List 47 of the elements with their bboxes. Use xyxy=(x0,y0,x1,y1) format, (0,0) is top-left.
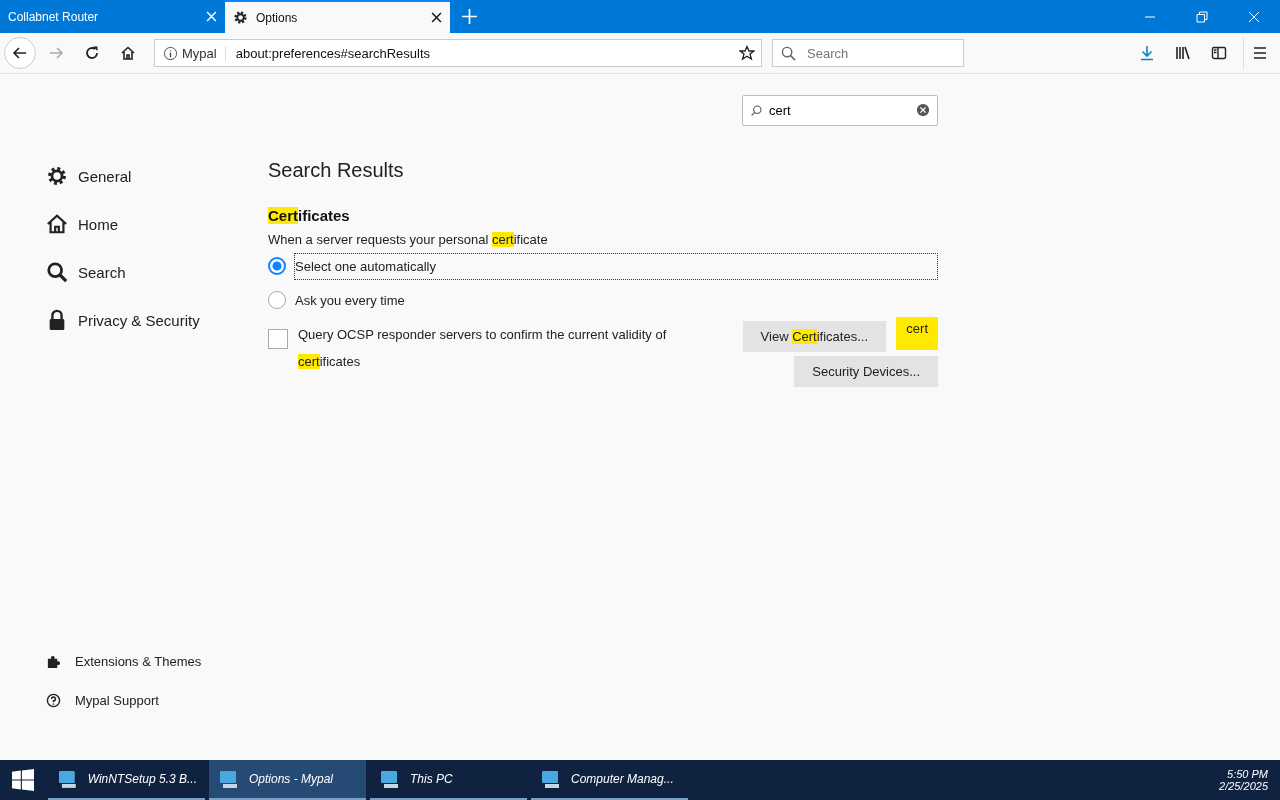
browser-tab[interactable]: Collabnet Router xyxy=(0,0,225,33)
category-item[interactable]: Home xyxy=(46,200,250,248)
info-icon[interactable] xyxy=(163,45,178,61)
radio-button[interactable] xyxy=(268,291,286,309)
windows-logo-icon[interactable] xyxy=(12,769,34,791)
star-icon[interactable] xyxy=(739,45,755,61)
clear-icon[interactable] xyxy=(916,103,930,117)
gear-icon xyxy=(233,10,248,25)
close-icon[interactable] xyxy=(431,12,442,23)
taskbar-button[interactable]: Options - Mypal xyxy=(209,760,366,800)
taskbar-button[interactable]: This PC xyxy=(370,760,527,800)
search-tooltip: cert xyxy=(896,317,938,350)
taskbar-button[interactable]: Computer Manag... xyxy=(531,760,688,800)
section-heading: Certificates xyxy=(268,207,351,224)
find-field[interactable]: cert xyxy=(742,95,938,126)
search-icon xyxy=(46,261,68,283)
dialog-button[interactable]: Security Devices... xyxy=(794,356,938,387)
gear-icon xyxy=(46,165,68,187)
back-button[interactable] xyxy=(4,37,36,69)
category-item[interactable]: Privacy & Security xyxy=(46,296,250,344)
radio-label[interactable]: Ask you every time xyxy=(294,286,938,314)
category-item[interactable]: Search xyxy=(46,248,250,296)
taskbar-button[interactable]: WinNTSetup 5.3 B... xyxy=(48,760,205,800)
back-icon xyxy=(12,45,28,61)
radio-label[interactable]: Select one automatically xyxy=(294,252,938,280)
search-icon xyxy=(781,46,796,61)
search-icon xyxy=(750,104,763,117)
page-title: Search Results xyxy=(268,159,405,182)
radio-button[interactable] xyxy=(268,257,286,275)
checkbox[interactable] xyxy=(268,329,288,349)
puzzle-icon xyxy=(46,654,61,669)
new-tab-icon[interactable] xyxy=(462,9,477,24)
restore-icon[interactable] xyxy=(1196,10,1208,23)
home-icon xyxy=(46,213,68,235)
address-bar[interactable]: Mypal about:preferences#searchResults xyxy=(154,39,762,67)
footer-link[interactable]: Mypal Support xyxy=(46,681,250,720)
help-icon xyxy=(46,693,61,708)
search-field[interactable]: Search xyxy=(772,39,964,67)
category-item[interactable]: General xyxy=(46,152,250,200)
tab-title: Options xyxy=(256,10,299,25)
browser-tab[interactable]: Options xyxy=(225,0,450,33)
site-identity: Mypal xyxy=(182,45,226,61)
tab-title: Collabnet Router xyxy=(8,9,100,24)
footer-link[interactable]: Extensions & Themes xyxy=(46,642,250,681)
clock-time: 5:50 PM xyxy=(1227,768,1268,780)
url-text: about:preferences#searchResults xyxy=(235,45,432,61)
clock-date: 2/25/2025 xyxy=(1219,780,1268,792)
